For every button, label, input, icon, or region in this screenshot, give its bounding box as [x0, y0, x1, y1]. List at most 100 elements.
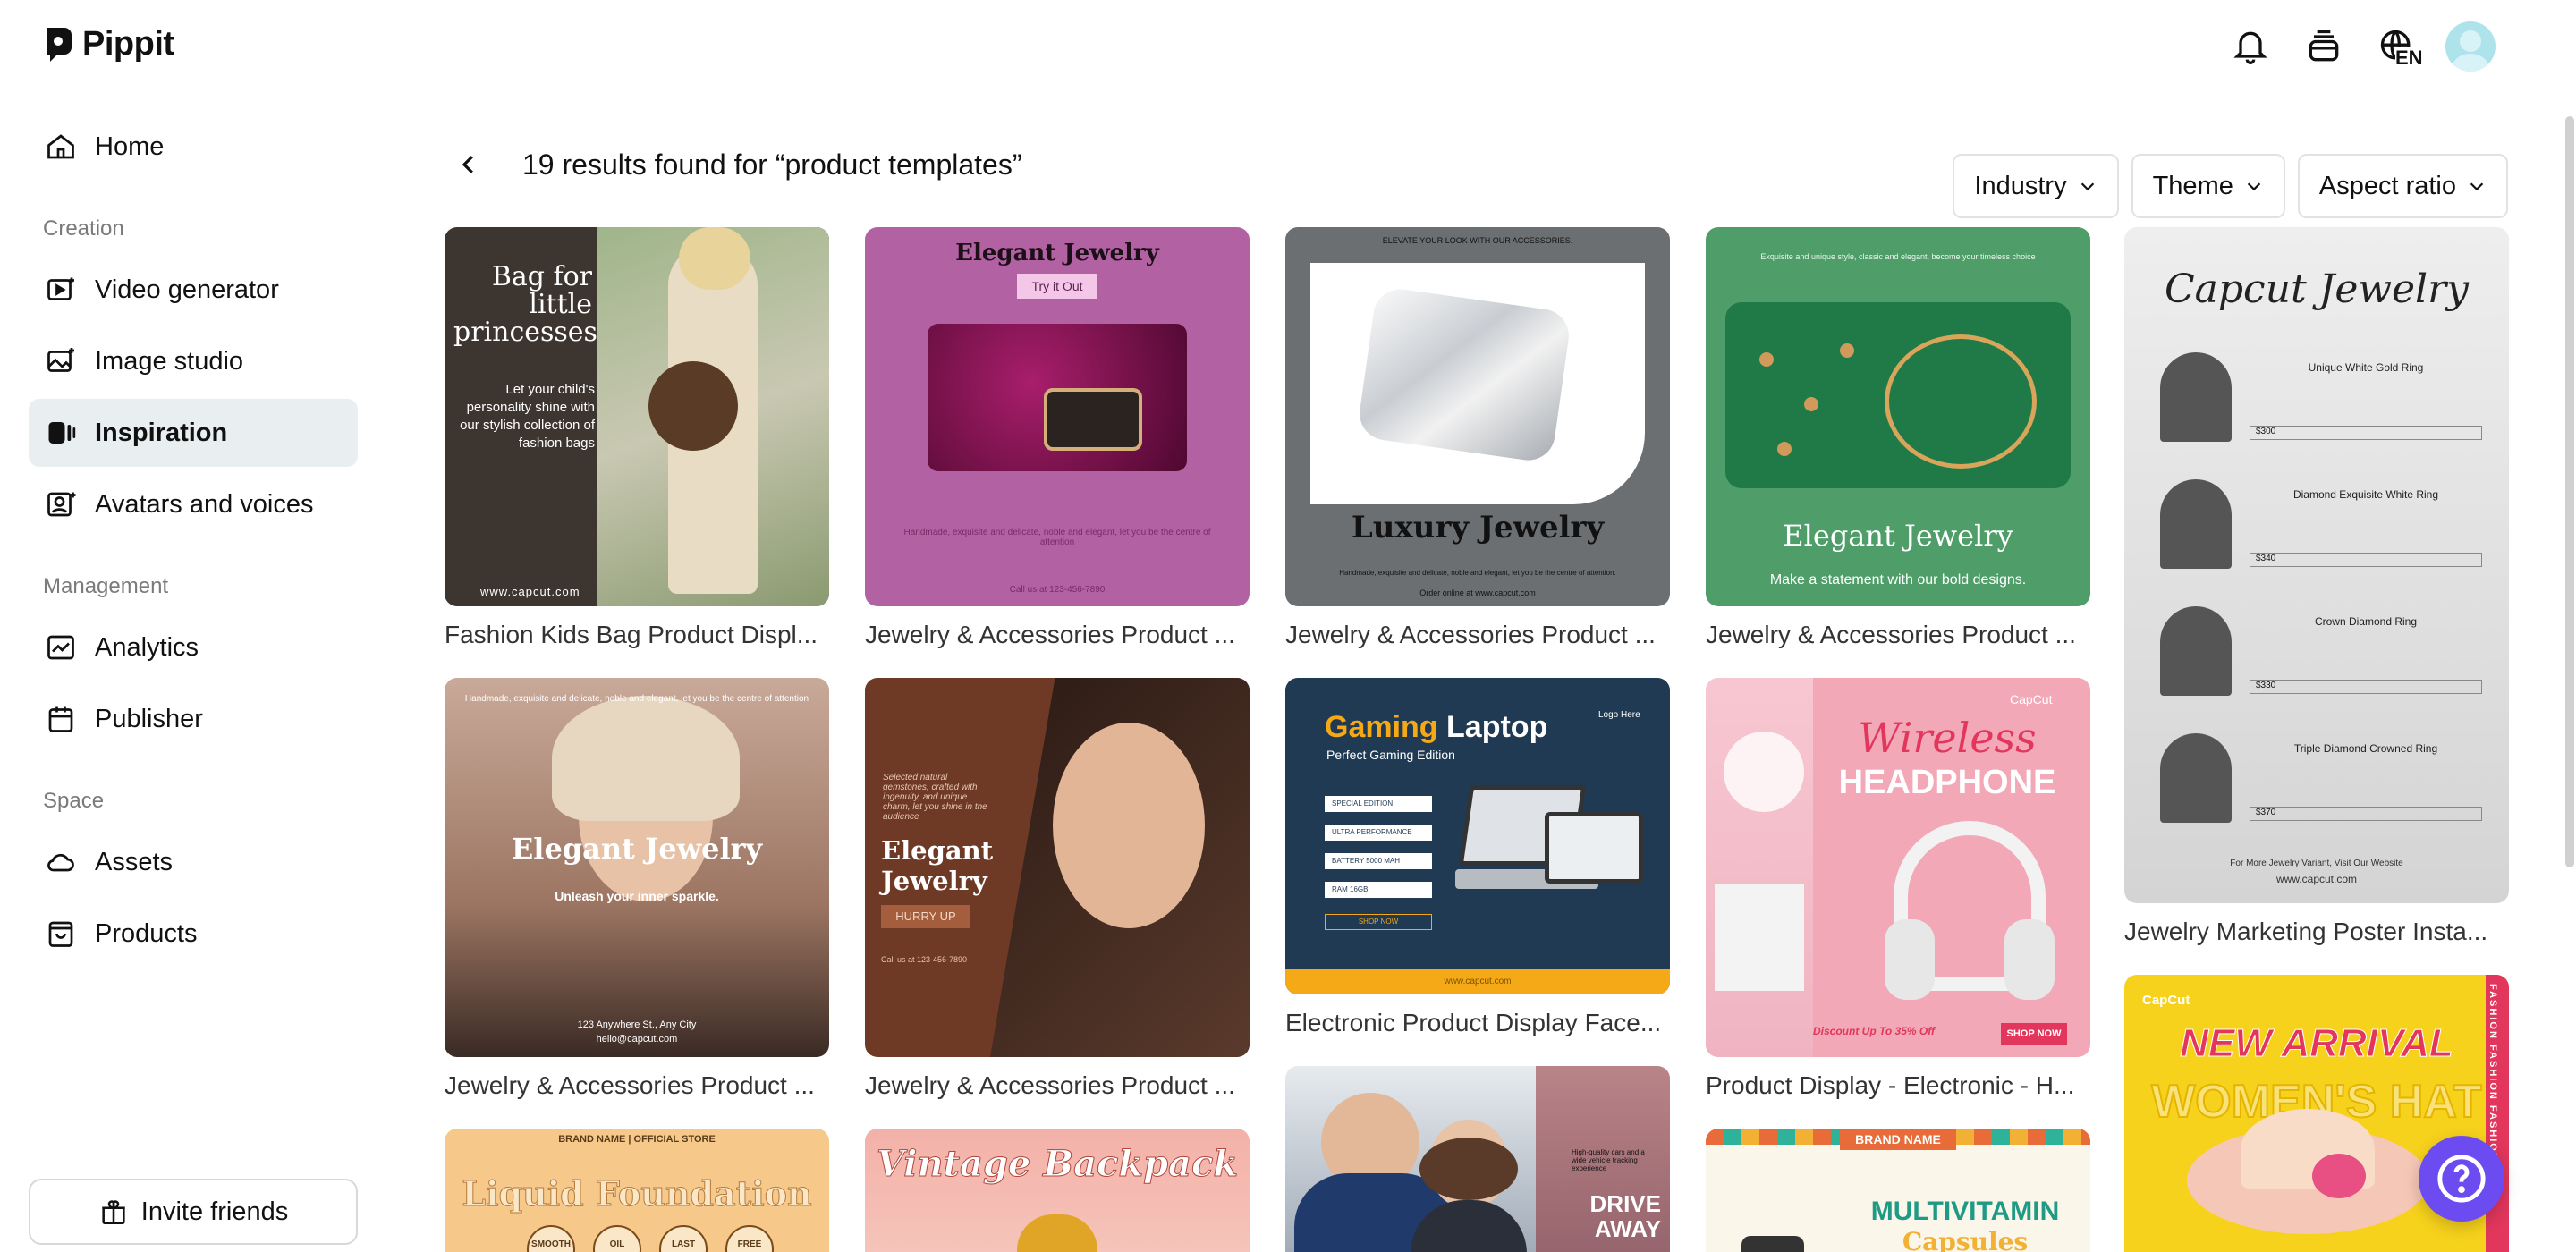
calendar-icon	[48, 706, 73, 732]
card-subtitle: Make a statement with our bold designs.	[1769, 572, 2027, 588]
sidebar-item-avatars-voices[interactable]: Avatars and voices	[29, 470, 358, 538]
sidebar-item-label: Publisher	[95, 704, 203, 733]
template-thumbnail: Gaming Laptop Perfect Gaming Edition Log…	[1285, 678, 1670, 994]
card-cta: SHOP NOW	[2001, 1023, 2067, 1045]
card-body: Let your child's personality shine with …	[460, 382, 595, 451]
template-caption: Product Display - Electronic - H...	[1706, 1071, 2075, 1099]
template-card[interactable]: Handmade, exquisite and delicate, noble …	[445, 678, 829, 1107]
template-card[interactable]: Selected natural gemstones, crafted with…	[865, 678, 1250, 1107]
card-small-text: High-quality cars and a wide vehicle tra…	[1572, 1148, 1645, 1172]
chevron-down-icon	[2080, 182, 2094, 191]
sidebar-item-label: Inspiration	[95, 418, 228, 447]
template-card[interactable]: BRAND NAME | OFFICIAL STORE Liquid Found…	[445, 1129, 829, 1252]
template-thumbnail: BRAND NAME MULTIVITAMIN Capsules	[1706, 1129, 2090, 1252]
language-icon[interactable]: EN	[2372, 21, 2423, 72]
filter-label: Theme	[2152, 171, 2233, 200]
cloud-icon	[47, 853, 74, 872]
card-order: Order online at www.capcut.com	[1419, 588, 1536, 597]
card-body: Handmade, exquisite and delicate, noble …	[903, 528, 1211, 547]
filter-label: Aspect ratio	[2318, 171, 2456, 200]
theme-filter[interactable]: Theme	[2131, 154, 2285, 218]
sidebar-item-video-generator[interactable]: Video generator	[29, 256, 358, 324]
badge: FREE	[725, 1225, 774, 1252]
sidebar-item-assets[interactable]: Assets	[29, 828, 358, 896]
card-headline-2: Capsules	[1902, 1227, 2029, 1252]
template-card[interactable]: ELEVATE YOUR LOOK WITH OUR ACCESSORIES. …	[1285, 227, 1670, 656]
back-button[interactable]	[447, 143, 490, 186]
card-body: Selected natural gemstones, crafted with…	[883, 773, 987, 822]
template-thumbnail: Elegant Jewelry Try it Out Handmade, exq…	[865, 227, 1250, 606]
chevron-down-icon	[2247, 182, 2261, 191]
home-icon	[47, 134, 74, 159]
sidebar-item-inspiration[interactable]: Inspiration	[29, 399, 358, 467]
template-thumbnail: CapCut Wireless HEADPHONE Discount Up To…	[1706, 678, 2090, 1057]
template-card[interactable]: Vintage Backpack	[865, 1129, 1250, 1252]
video-generator-icon	[47, 277, 74, 300]
template-card[interactable]: High-quality cars and a wide vehicle tra…	[1285, 1066, 1670, 1252]
industry-filter[interactable]: Industry	[1953, 154, 2119, 218]
help-icon	[2437, 1155, 2486, 1203]
card-headline: Vintage Backpack	[876, 1143, 1239, 1186]
chevron-left-icon	[462, 156, 473, 173]
template-card[interactable]: Bag for little princesses Let your child…	[445, 227, 829, 656]
card-headline: DRIVE AWAY	[1589, 1190, 1661, 1242]
template-card[interactable]: Capcut Jewelry Unique White Gold Ring Di…	[2124, 227, 2509, 955]
card-footer: For More Jewelry Variant, Visit Our Webs…	[2230, 859, 2403, 868]
template-caption: Jewelry & Accessories Product ...	[865, 621, 1235, 648]
template-card[interactable]: Gaming Laptop Perfect Gaming Edition Log…	[1285, 678, 1670, 1036]
sidebar-item-image-studio[interactable]: Image studio	[29, 327, 358, 395]
card-top-text: Exquisite and unique style, classic and …	[1760, 252, 2036, 261]
card-url: www.capcut.com	[480, 585, 580, 598]
template-card[interactable]: Elegant Jewelry Try it Out Handmade, exq…	[865, 227, 1250, 656]
card-top-text: Handmade, exquisite and delicate, noble …	[464, 694, 809, 704]
template-thumbnail: BRAND NAME | OFFICIAL STORE Liquid Found…	[445, 1129, 829, 1252]
app-name: Pippit	[82, 25, 174, 63]
sidebar-item-analytics[interactable]: Analytics	[29, 613, 358, 681]
template-card[interactable]: Exquisite and unique style, classic and …	[1706, 227, 2090, 656]
sidebar-item-label: Assets	[95, 847, 174, 876]
chevron-down-icon	[2470, 182, 2484, 191]
gift-icon	[102, 1200, 125, 1225]
feature-item: ULTRA PERFORMANCE	[1325, 825, 1432, 841]
section-label-management: Management	[43, 574, 169, 598]
card-headline: Capcut Jewelry	[2164, 266, 2470, 312]
results-title: 19 results found for “product templates”	[522, 148, 1022, 181]
card-headline: Gaming Laptop	[1325, 710, 1548, 744]
sidebar-item-label: Home	[95, 131, 165, 161]
sidebar-item-label: Products	[95, 918, 198, 948]
badge: LAST	[659, 1225, 708, 1252]
invite-label: Invite friends	[140, 1197, 289, 1226]
product-price: $330	[2250, 680, 2482, 694]
card-phone: Call us at 123-456-7890	[1009, 585, 1106, 595]
aspect-ratio-filter[interactable]: Aspect ratio	[2297, 154, 2508, 218]
template-thumbnail: ELEVATE YOUR LOOK WITH OUR ACCESSORIES. …	[1285, 227, 1670, 606]
card-headline: Bag for little princesses	[453, 261, 597, 348]
avatar[interactable]	[2445, 21, 2496, 72]
card-brand: BRAND NAME	[1840, 1129, 1956, 1150]
card-brand: CapCut	[2010, 692, 2053, 706]
bell-icon[interactable]	[2225, 21, 2275, 72]
language-badge: EN	[2395, 47, 2423, 70]
sidebar-item-publisher[interactable]: Publisher	[29, 685, 358, 753]
template-caption: Jewelry & Accessories Product ...	[1285, 621, 1656, 648]
stack-icon[interactable]	[2299, 21, 2349, 72]
card-headline: Elegant Jewelry	[955, 240, 1159, 266]
invite-friends-button[interactable]: Invite friends	[29, 1179, 358, 1245]
image-studio-icon	[47, 348, 74, 372]
feature-item: SPECIAL EDITION	[1325, 796, 1432, 812]
template-thumbnail: Capcut Jewelry Unique White Gold Ring Di…	[2124, 227, 2509, 903]
card-headline: NEW ARRIVAL	[2180, 1021, 2454, 1066]
sidebar-item-home[interactable]: Home	[29, 113, 358, 181]
filter-bar: Industry Theme Aspect ratio	[1953, 154, 2508, 218]
card-body: Handmade, exquisite and delicate, noble …	[1339, 569, 1616, 577]
card-top-text: ELEVATE YOUR LOOK WITH OUR ACCESSORIES.	[1382, 236, 1573, 245]
sidebar-item-products[interactable]: Products	[29, 900, 358, 968]
template-card[interactable]: CapCut Wireless HEADPHONE Discount Up To…	[1706, 678, 2090, 1107]
card-brand: CapCut	[2142, 993, 2190, 1008]
template-caption: Jewelry & Accessories Product ...	[865, 1071, 1235, 1099]
page-scrollbar[interactable]	[2565, 116, 2574, 867]
template-card[interactable]: BRAND NAME MULTIVITAMIN Capsules	[1706, 1129, 2090, 1252]
help-button[interactable]	[2419, 1136, 2504, 1222]
product-name: Diamond Exquisite White Ring	[2292, 488, 2439, 501]
app-logo[interactable]: Pippit	[43, 25, 174, 63]
